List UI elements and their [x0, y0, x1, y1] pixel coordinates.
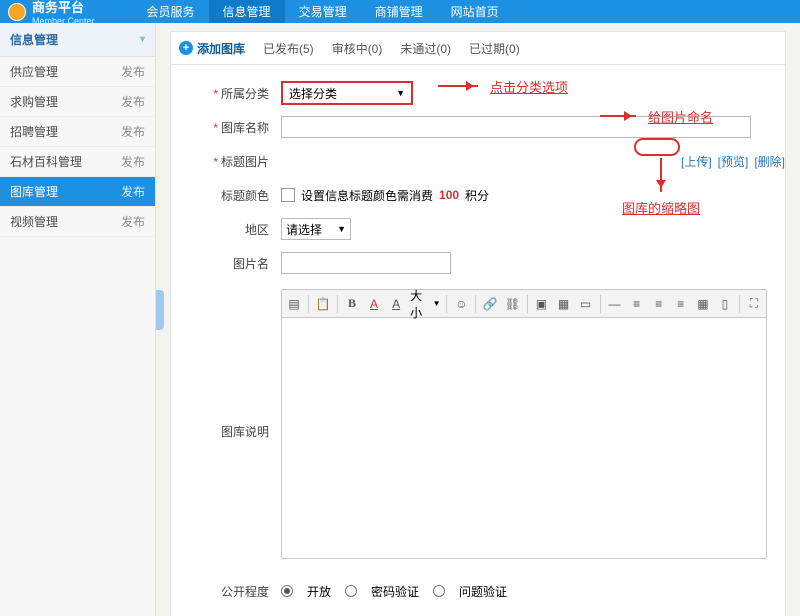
sidebar-item-supply[interactable]: 供应管理发布 [0, 57, 155, 87]
site-subtitle: Member Center [32, 16, 95, 26]
logo-icon [8, 3, 26, 21]
preview-link[interactable]: [预览] [718, 153, 749, 170]
radio-open[interactable] [281, 585, 293, 597]
form: *所属分类 选择分类▼ *图库名称 *标题图片 [上传] [预览] [删除] 标… [170, 65, 786, 616]
sidebar-item-encyclopedia[interactable]: 石材百科管理发布 [0, 147, 155, 177]
subtab-add[interactable]: +添加图库 [179, 40, 245, 57]
label-description: 图库说明 [221, 425, 269, 439]
sidebar-header[interactable]: 信息管理 ▾ [0, 23, 155, 57]
emoji-icon[interactable]: ☺ [453, 295, 469, 313]
rich-editor: ▤ 📋 B A A 大小▼ ☺ 🔗 ⛓ [281, 289, 767, 559]
tab-home[interactable]: 网站首页 [437, 0, 513, 23]
upload-link[interactable]: [上传] [681, 153, 712, 170]
category-select[interactable]: 选择分类▼ [281, 81, 413, 105]
fullscreen-icon[interactable]: ⛶ [746, 295, 762, 313]
annotation-arrow [600, 115, 636, 117]
plus-icon: + [179, 41, 193, 55]
media-icon[interactable]: ▦ [555, 295, 571, 313]
sidebar: 信息管理 ▾ 供应管理发布 求购管理发布 招聘管理发布 石材百科管理发布 图库管… [0, 23, 156, 616]
link-icon[interactable]: 🔗 [482, 295, 498, 313]
tab-member[interactable]: 会员服务 [133, 0, 209, 23]
sidebar-item-gallery[interactable]: 图库管理发布 [0, 177, 155, 207]
color-hint-post: 积分 [465, 187, 489, 204]
label-title-color: 标题颜色 [221, 189, 269, 203]
name-input[interactable] [281, 116, 751, 138]
unlink-icon[interactable]: ⛓ [504, 295, 520, 313]
annotation-arrow [660, 158, 662, 192]
more-icon[interactable]: ▯ [717, 295, 733, 313]
label-title-image: 标题图片 [221, 155, 269, 169]
radio-question[interactable] [433, 585, 445, 597]
radio-password[interactable] [345, 585, 357, 597]
editor-toolbar: ▤ 📋 B A A 大小▼ ☺ 🔗 ⛓ [282, 290, 766, 318]
acenter-icon[interactable]: ≡ [651, 295, 667, 313]
content: +添加图库 已发布(5) 审核中(0) 未通过(0) 已过期(0) *所属分类 … [156, 23, 800, 616]
label-visibility: 公开程度 [221, 585, 269, 599]
subtabs: +添加图库 已发布(5) 审核中(0) 未通过(0) 已过期(0) [170, 31, 786, 65]
site-title: 商务平台 [32, 0, 95, 16]
label-image-name: 图片名 [233, 257, 269, 271]
bold-icon[interactable]: B [344, 295, 360, 313]
image-icon[interactable]: ▣ [533, 295, 549, 313]
label-category: 所属分类 [221, 87, 269, 101]
subtab-expired[interactable]: 已过期(0) [469, 40, 520, 57]
chevron-down-icon: ▾ [140, 34, 145, 45]
subtab-review[interactable]: 审核中(0) [332, 40, 383, 57]
sidebar-item-recruit[interactable]: 招聘管理发布 [0, 117, 155, 147]
fontcolor-icon[interactable]: A [366, 295, 382, 313]
delete-link[interactable]: [删除] [754, 153, 785, 170]
points-value: 100 [439, 188, 459, 202]
sidebar-title: 信息管理 [10, 31, 58, 48]
dropdown-icon: ▼ [396, 88, 405, 98]
annotation-arrow [438, 85, 478, 87]
label-name: 图库名称 [221, 121, 269, 135]
bgcolor-icon[interactable]: A [388, 295, 404, 313]
fontsize-select[interactable]: 大小▼ [410, 287, 440, 321]
tab-info[interactable]: 信息管理 [209, 0, 285, 23]
nav-tabs: 会员服务 信息管理 交易管理 商铺管理 网站首页 [133, 0, 513, 23]
tab-trade[interactable]: 交易管理 [285, 0, 361, 23]
code-icon[interactable]: ▦ [695, 295, 711, 313]
label-region: 地区 [245, 223, 269, 237]
sidebar-toggle[interactable] [156, 290, 164, 330]
aright-icon[interactable]: ≡ [673, 295, 689, 313]
attach-icon[interactable]: ▭ [578, 295, 594, 313]
image-name-input[interactable] [281, 252, 451, 274]
paste-icon[interactable]: 📋 [315, 295, 331, 313]
sidebar-item-video[interactable]: 视频管理发布 [0, 207, 155, 237]
aleft-icon[interactable]: ≡ [629, 295, 645, 313]
annotation-circle [634, 138, 680, 156]
dropdown-icon: ▼ [337, 224, 346, 234]
region-select[interactable]: 请选择▼ [281, 218, 351, 240]
color-hint-pre: 设置信息标题颜色需消费 [301, 187, 433, 204]
subtab-rejected[interactable]: 未通过(0) [400, 40, 451, 57]
editor-canvas[interactable] [282, 318, 766, 558]
tab-shop[interactable]: 商铺管理 [361, 0, 437, 23]
color-swatch[interactable] [281, 188, 295, 202]
hr-icon[interactable]: — [607, 295, 623, 313]
subtab-published[interactable]: 已发布(5) [263, 40, 314, 57]
source-icon[interactable]: ▤ [286, 295, 302, 313]
sidebar-item-purchase[interactable]: 求购管理发布 [0, 87, 155, 117]
top-bar: 商务平台 Member Center 会员服务 信息管理 交易管理 商铺管理 网… [0, 0, 800, 23]
